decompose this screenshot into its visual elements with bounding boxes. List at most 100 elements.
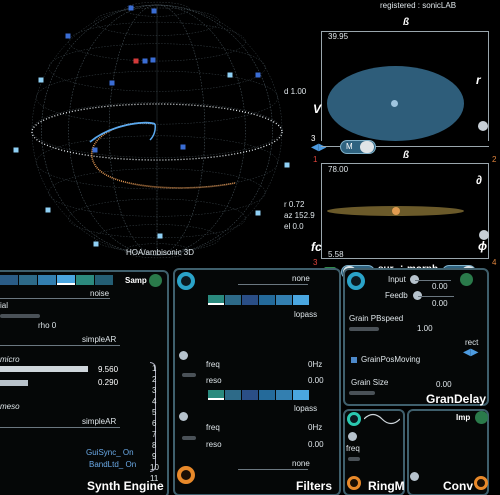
micro-bar[interactable] [0,366,88,372]
conv-out-icon[interactable] [474,476,488,490]
ringm-out-icon[interactable] [347,476,361,490]
conv-title: Conv [443,479,473,493]
speaker-point [284,162,290,168]
samp-selector[interactable] [0,273,118,287]
num-list-2: 2 [152,375,157,384]
filter2-cell-6[interactable] [293,390,309,400]
phi-knob[interactable] [479,230,489,240]
samp-cell-4[interactable] [57,275,75,285]
ringm-power-icon[interactable] [347,412,361,426]
filter1-cell-3[interactable] [242,295,258,305]
filter2-freq-knob[interactable] [179,412,188,421]
filter1-cell-6[interactable] [293,295,309,305]
pbspeed-label: Grain PBspeed [349,314,404,323]
filter2-cell-1[interactable] [208,390,224,400]
speaker-point [227,72,233,78]
samp-cell-1[interactable] [0,275,18,285]
filters-sep-1 [238,284,308,285]
grandelay-indicator-icon[interactable] [460,273,473,286]
synth-engine-title: Synth Engine [87,479,164,493]
filters-sep-2 [238,469,308,470]
size-slider[interactable] [349,391,375,395]
pbspeed-value: 1.00 [417,324,433,333]
filter-type-1: none [292,274,310,283]
feedb-line [418,296,454,297]
r-knob[interactable] [478,121,488,131]
filter-type-2: none [292,459,310,468]
micro-value: 9.560 [98,365,119,374]
elevation-point[interactable] [392,207,400,215]
phi-label: ϕ [478,239,488,253]
filters-power-bottom-icon[interactable] [177,466,195,484]
num-list-6: 6 [152,419,157,428]
beta-top-label: ß [403,17,410,28]
micro-value-2: 0.290 [98,378,119,387]
micro-bar-2[interactable] [0,380,28,386]
right-rule [488,31,489,141]
nav-arrows-icon[interactable]: ◀▶ [311,143,326,153]
filter2-selector[interactable] [208,390,310,402]
filter1-cell-5[interactable] [276,295,292,305]
num-list-4: 4 [152,397,157,406]
num-2: 2 [492,155,497,164]
ambisonic-sphere-view[interactable] [0,0,318,262]
size-value: 0.00 [436,380,452,389]
samp-cell-3[interactable] [38,275,56,285]
freq-1-label: freq [206,360,220,369]
pbspeed-slider[interactable] [349,327,379,331]
noise-label: noise [90,289,110,298]
filter2-cell-5[interactable] [276,390,292,400]
filter1-cell-2[interactable] [225,295,241,305]
rect-arrows-icon[interactable]: ◀▶ [463,348,478,358]
posmoving-checkbox[interactable] [351,357,357,363]
grandelay-power-icon[interactable] [347,272,365,290]
simplear-1: simpleAR [82,335,117,344]
size-label: Grain Size [351,378,389,387]
num-4: 4 [492,258,497,267]
filter2-cell-4[interactable] [259,390,275,400]
value-mid: 78.00 [328,165,349,174]
feedb-value: 0.00 [432,299,448,308]
input-value: 0.00 [432,282,448,291]
filters-power-top-icon[interactable] [177,272,195,290]
filter2-cell-3[interactable] [242,390,258,400]
reso-1-value: 0.00 [308,376,324,385]
filter1-cell-4[interactable] [259,295,275,305]
num-list-1: 1 [152,364,157,373]
samp-cell-6[interactable] [95,275,113,285]
samp-indicator-icon[interactable] [149,274,162,287]
gran-delay-title: GranDelay [426,392,487,406]
rho-label: rho 0 [38,321,57,330]
num-list-8: 8 [152,441,157,450]
lopass-1: lopass [294,310,318,319]
distance-point[interactable] [391,100,398,107]
conv-knob[interactable] [410,472,419,481]
reso-2-value: 0.00 [308,440,324,449]
samp-cell-2[interactable] [19,275,37,285]
ringm-knob[interactable] [348,432,357,441]
filter1-selector[interactable] [208,295,310,307]
v-label: V [313,102,322,116]
speaker-point [157,233,163,239]
speaker-point [133,58,139,64]
filter2-cell-2[interactable] [225,390,241,400]
ringm-slider[interactable] [348,457,360,461]
source-trajectory-orange [91,122,236,189]
partial-label: ∂ [476,173,482,187]
value-top: 39.95 [328,32,349,41]
reso-2-slider[interactable] [182,436,196,440]
bandltd-label[interactable]: BandLtd_ On [89,461,136,469]
input-line [415,280,451,281]
m-toggle-knob [360,141,374,153]
num-list-10: 10 [150,463,159,472]
rho-slider[interactable] [0,314,40,318]
num-1: 1 [313,155,318,164]
filter1-freq-knob[interactable] [179,351,188,360]
samp-cell-5[interactable] [76,275,94,285]
conv-indicator-icon[interactable] [475,411,488,424]
guisync-label[interactable]: GuiSync_ On [86,449,134,457]
filter1-cell-1[interactable] [208,295,224,305]
reso-1-slider[interactable] [182,373,196,377]
synth-sep-2 [0,345,120,346]
speaker-point [180,144,186,150]
